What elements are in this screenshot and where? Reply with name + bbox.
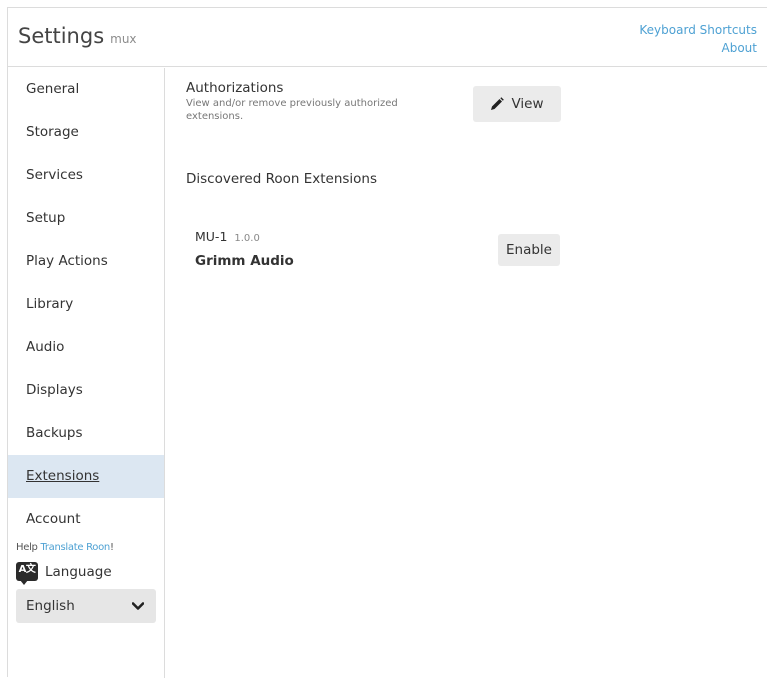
settings-header: Settings mux Keyboard Shortcuts About (8, 8, 767, 67)
extension-name: MU-1 (195, 229, 228, 244)
authorizations-description: View and/or remove previously authorized… (186, 98, 398, 122)
sidebar-item-label: Account (26, 511, 81, 527)
keyboard-shortcuts-link[interactable]: Keyboard Shortcuts (639, 21, 757, 39)
sidebar-item-library[interactable]: Library (8, 283, 164, 326)
sidebar-item-storage[interactable]: Storage (8, 111, 164, 154)
sidebar-item-setup[interactable]: Setup (8, 197, 164, 240)
sidebar-item-label: Displays (26, 382, 83, 398)
extension-version: 1.0.0 (234, 233, 260, 244)
authorizations-section: Authorizations View and/or remove previo… (186, 80, 436, 123)
sidebar-item-audio[interactable]: Audio (8, 326, 164, 369)
help-suffix: ! (109, 542, 114, 553)
language-label: Language (45, 563, 112, 580)
discovered-extensions-title: Discovered Roon Extensions (186, 171, 378, 187)
sidebar-item-general[interactable]: General (8, 68, 164, 111)
settings-sidebar: General Storage Services Setup Play Acti… (8, 68, 165, 678)
help-translate-line: Help Translate Roon! (8, 542, 164, 553)
sidebar-item-label: General (26, 81, 80, 97)
chevron-down-icon (132, 601, 144, 610)
title-group: Settings mux (18, 24, 137, 48)
sidebar-item-label: Services (26, 167, 83, 183)
settings-window: Settings mux Keyboard Shortcuts About Ge… (7, 7, 767, 678)
sidebar-item-label: Backups (26, 425, 83, 441)
language-icon: A文 (16, 562, 38, 585)
sidebar-item-displays[interactable]: Displays (8, 369, 164, 412)
sidebar-item-label: Library (26, 296, 74, 312)
sidebar-item-label: Storage (26, 124, 79, 140)
sidebar-item-account[interactable]: Account (8, 498, 164, 541)
extension-name-row: MU-1 1.0.0 (195, 229, 260, 244)
core-name: mux (110, 32, 137, 46)
header-links: Keyboard Shortcuts About (639, 21, 757, 57)
help-prefix: Help (16, 542, 41, 553)
view-button-label: View (511, 96, 544, 112)
language-row: A文 Language (8, 562, 164, 585)
extensions-panel: Authorizations View and/or remove previo… (166, 68, 767, 678)
enable-button-label: Enable (506, 242, 552, 258)
sidebar-item-backups[interactable]: Backups (8, 412, 164, 455)
extension-author: Grimm Audio (195, 253, 294, 269)
pencil-icon (491, 97, 505, 110)
sidebar-item-label: Setup (26, 210, 66, 226)
authorizations-title: Authorizations (186, 80, 284, 96)
language-select[interactable]: English (16, 589, 156, 623)
sidebar-item-extensions[interactable]: Extensions (8, 455, 164, 498)
sidebar-item-label: Extensions (26, 468, 100, 484)
enable-extension-button[interactable]: Enable (498, 234, 560, 266)
sidebar-item-label: Play Actions (26, 253, 108, 269)
sidebar-item-services[interactable]: Services (8, 154, 164, 197)
sidebar-item-play-actions[interactable]: Play Actions (8, 240, 164, 283)
translate-roon-link[interactable]: Translate Roon (40, 542, 110, 553)
sidebar-item-label: Audio (26, 339, 65, 355)
page-title: Settings (18, 24, 105, 48)
language-value: English (26, 598, 75, 614)
about-link[interactable]: About (639, 39, 757, 57)
view-authorizations-button[interactable]: View (473, 86, 561, 122)
